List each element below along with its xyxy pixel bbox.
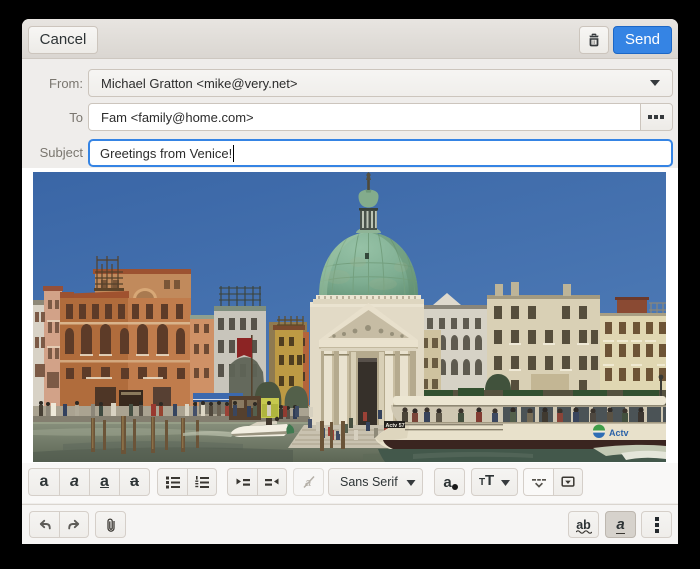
svg-text:Actv: Actv <box>609 428 629 438</box>
svg-text:Actv 57: Actv 57 <box>386 423 405 429</box>
